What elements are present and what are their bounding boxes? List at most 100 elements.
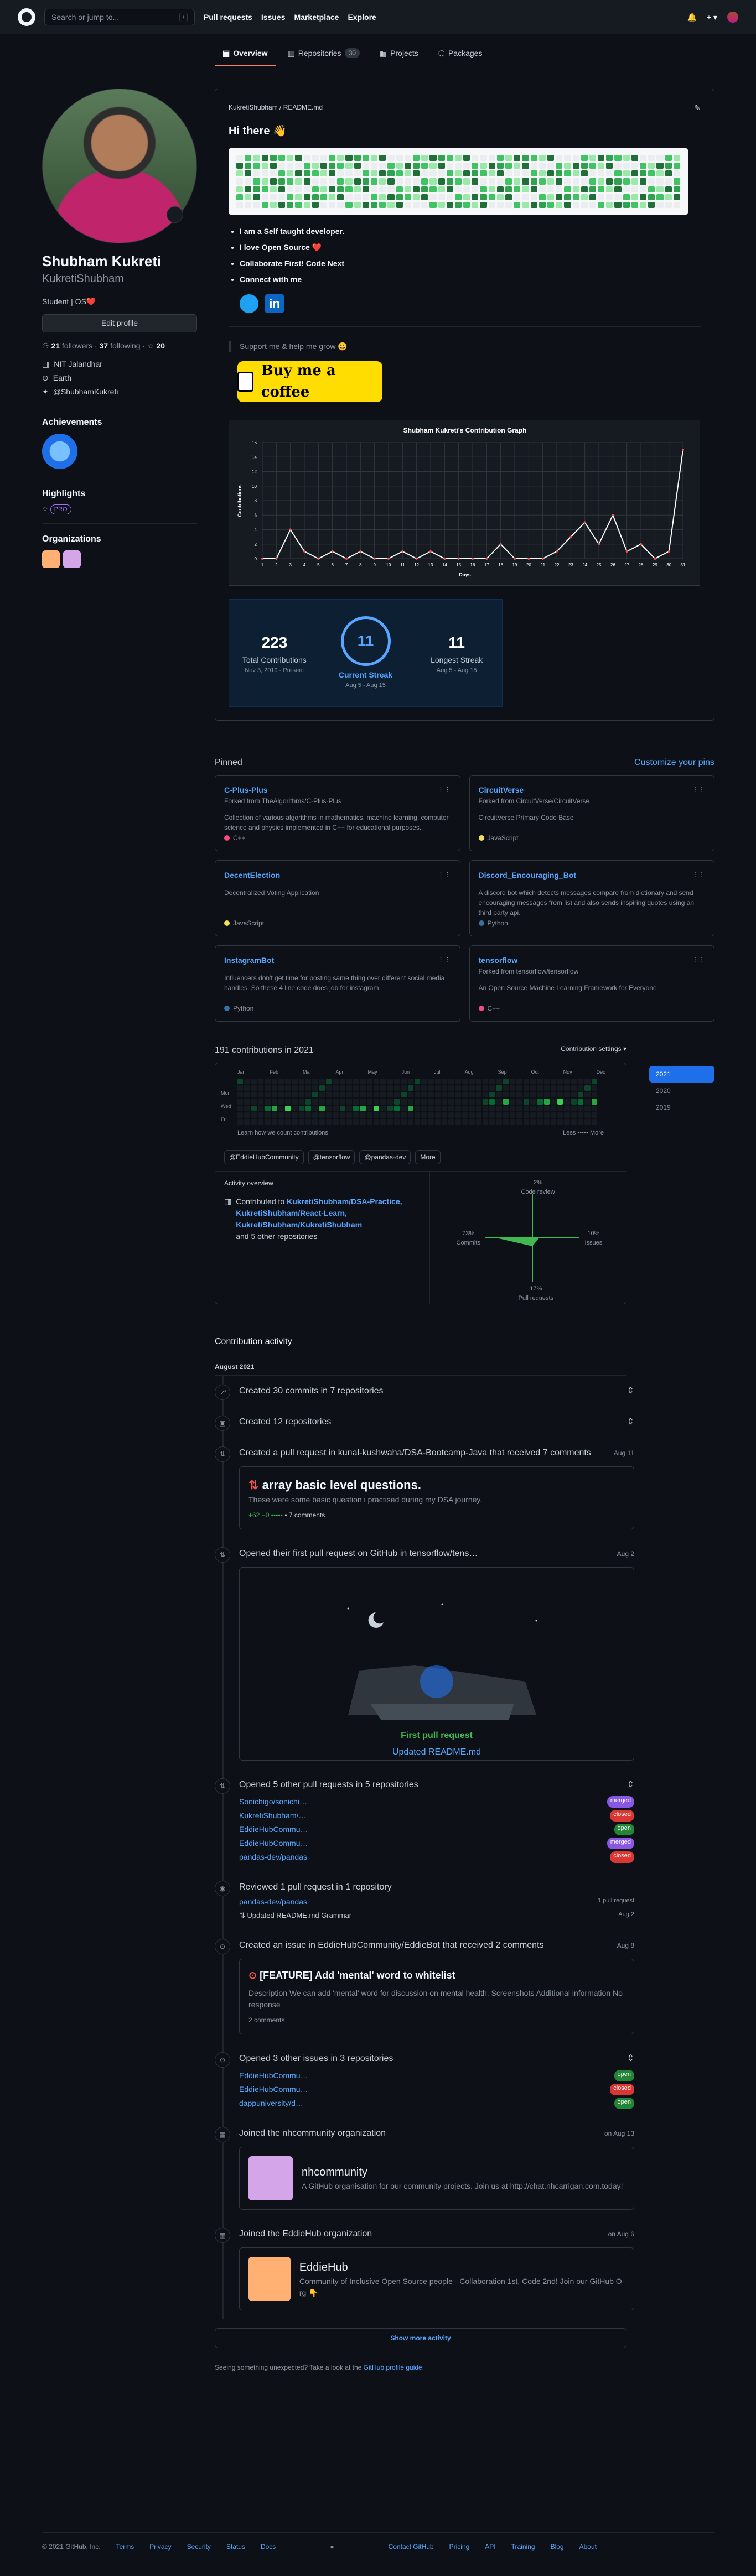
calendar-day[interactable] (530, 1105, 536, 1111)
calendar-day[interactable] (428, 1119, 434, 1125)
calendar-day[interactable] (543, 1105, 550, 1111)
expand-icon[interactable]: ⇕ (627, 1416, 634, 1429)
calendar-day[interactable] (380, 1092, 386, 1098)
calendar-day[interactable] (516, 1092, 522, 1098)
year-2019[interactable]: 2019 (649, 1099, 714, 1116)
calendar-day[interactable] (462, 1112, 468, 1118)
calendar-day[interactable] (421, 1085, 427, 1091)
calendar-day[interactable] (428, 1092, 434, 1098)
calendar-day[interactable] (366, 1078, 373, 1084)
calendar-day[interactable] (475, 1112, 481, 1118)
calendar-day[interactable] (285, 1112, 291, 1118)
calendar-day[interactable] (469, 1119, 475, 1125)
calendar-day[interactable] (510, 1078, 516, 1084)
org-card-nhcommunity[interactable]: nhcommunity A GitHub organisation for our… (239, 2146, 634, 2210)
repo-link[interactable]: EddieHubCommu… (239, 1824, 308, 1835)
calendar-day[interactable] (475, 1092, 481, 1098)
calendar-day[interactable] (380, 1085, 386, 1091)
repo-link[interactable]: EddieHubCommu… (239, 2084, 308, 2095)
calendar-day[interactable] (374, 1112, 380, 1118)
calendar-day[interactable] (578, 1099, 584, 1105)
calendar-day[interactable] (360, 1119, 366, 1125)
calendar-day[interactable] (550, 1099, 557, 1105)
pinned-repo-name[interactable]: DecentElection (224, 870, 280, 881)
calendar-day[interactable] (237, 1085, 244, 1091)
calendar-day[interactable] (482, 1099, 489, 1105)
calendar-day[interactable] (496, 1105, 502, 1111)
calendar-day[interactable] (564, 1119, 570, 1125)
calendar-day[interactable] (584, 1119, 591, 1125)
pinned-repo-name[interactable]: CircuitVerse (479, 784, 524, 796)
calendar-day[interactable] (503, 1085, 509, 1091)
calendar-day[interactable] (462, 1092, 468, 1098)
calendar-day[interactable] (312, 1112, 318, 1118)
plus-menu[interactable]: + ▾ (707, 12, 717, 23)
drag-handle-icon[interactable]: ⋮⋮ (438, 784, 451, 796)
calendar-day[interactable] (319, 1112, 325, 1118)
calendar-day[interactable] (312, 1085, 318, 1091)
calendar-day[interactable] (557, 1112, 563, 1118)
calendar-day[interactable] (414, 1105, 421, 1111)
year-2021[interactable]: 2021 (649, 1066, 714, 1083)
calendar-day[interactable] (265, 1078, 271, 1084)
calendar-day[interactable] (510, 1112, 516, 1118)
calendar-day[interactable] (516, 1085, 522, 1091)
calendar-day[interactable] (571, 1099, 577, 1105)
linkedin-icon[interactable]: in (265, 294, 284, 313)
calendar-day[interactable] (278, 1112, 284, 1118)
calendar-day[interactable] (537, 1105, 543, 1111)
expand-icon[interactable]: ⇕ (627, 1778, 634, 1792)
tab-packages[interactable]: ⬡ Packages (431, 41, 490, 66)
calendar-day[interactable] (339, 1099, 345, 1105)
calendar-day[interactable] (380, 1099, 386, 1105)
calendar-day[interactable] (285, 1105, 291, 1111)
calendar-day[interactable] (319, 1092, 325, 1098)
calendar-day[interactable] (360, 1085, 366, 1091)
calendar-day[interactable] (462, 1078, 468, 1084)
calendar-day[interactable] (550, 1119, 557, 1125)
calendar-day[interactable] (434, 1092, 441, 1098)
calendar-day[interactable] (292, 1112, 298, 1118)
calendar-day[interactable] (584, 1099, 591, 1105)
calendar-day[interactable] (278, 1092, 284, 1098)
calendar-day[interactable] (510, 1085, 516, 1091)
calendar-day[interactable] (244, 1085, 250, 1091)
calendar-day[interactable] (564, 1078, 570, 1084)
calendar-day[interactable] (393, 1119, 400, 1125)
calendar-day[interactable] (271, 1078, 277, 1084)
calendar-day[interactable] (292, 1119, 298, 1125)
calendar-day[interactable] (496, 1078, 502, 1084)
following-link[interactable]: following (110, 341, 140, 350)
calendar-day[interactable] (305, 1119, 312, 1125)
calendar-day[interactable] (374, 1092, 380, 1098)
calendar-day[interactable] (401, 1092, 407, 1098)
calendar-day[interactable] (469, 1105, 475, 1111)
org-chip[interactable]: @tensorflow (308, 1150, 355, 1164)
calendar-day[interactable] (393, 1092, 400, 1098)
calendar-day[interactable] (496, 1099, 502, 1105)
calendar-day[interactable] (339, 1112, 345, 1118)
calendar-day[interactable] (530, 1092, 536, 1098)
calendar-day[interactable] (469, 1112, 475, 1118)
calendar-day[interactable] (434, 1099, 441, 1105)
calendar-day[interactable] (448, 1078, 454, 1084)
calendar-day[interactable] (489, 1099, 495, 1105)
calendar-day[interactable] (393, 1078, 400, 1084)
calendar-day[interactable] (407, 1078, 413, 1084)
calendar-day[interactable] (482, 1078, 489, 1084)
footer-link[interactable]: Training (511, 2542, 535, 2552)
calendar-day[interactable] (305, 1099, 312, 1105)
calendar-day[interactable] (489, 1078, 495, 1084)
calendar-day[interactable] (244, 1112, 250, 1118)
calendar-day[interactable] (469, 1078, 475, 1084)
calendar-day[interactable] (414, 1092, 421, 1098)
calendar-day[interactable] (523, 1119, 529, 1125)
calendar-day[interactable] (543, 1085, 550, 1091)
calendar-day[interactable] (251, 1119, 257, 1125)
footer-link[interactable]: Contact GitHub (389, 2542, 434, 2552)
calendar-day[interactable] (448, 1092, 454, 1098)
calendar-day[interactable] (237, 1092, 244, 1098)
org-chip[interactable]: @EddieHubCommunity (224, 1150, 304, 1164)
calendar-day[interactable] (401, 1119, 407, 1125)
calendar-day[interactable] (503, 1119, 509, 1125)
